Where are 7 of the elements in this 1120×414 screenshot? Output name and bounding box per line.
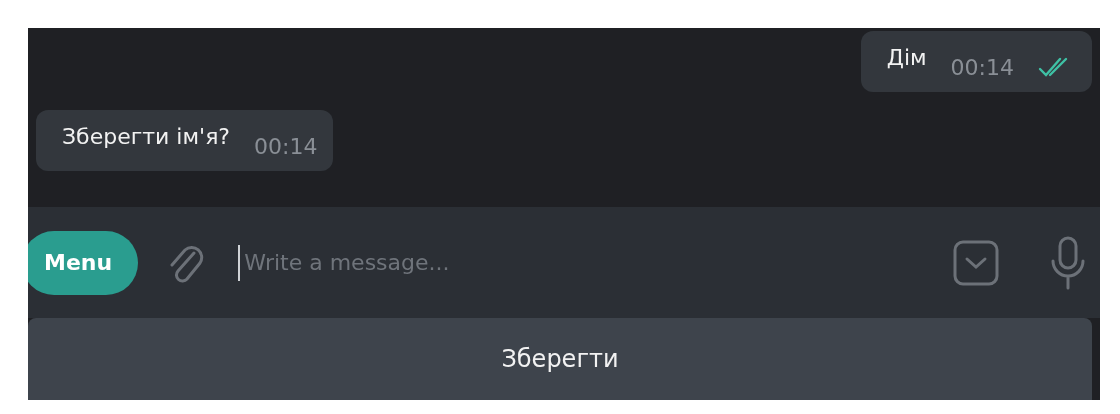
message-time: 00:14 [254,134,318,159]
message-text: Зберегти ім'я? [62,124,231,149]
message-time: 00:14 [950,55,1014,80]
keyboard-toggle-icon[interactable] [952,238,1000,287]
keyboard-button[interactable]: Зберегти [28,318,1092,400]
message-input[interactable]: Write a message... [238,244,952,281]
message-text: Дім [886,45,927,70]
